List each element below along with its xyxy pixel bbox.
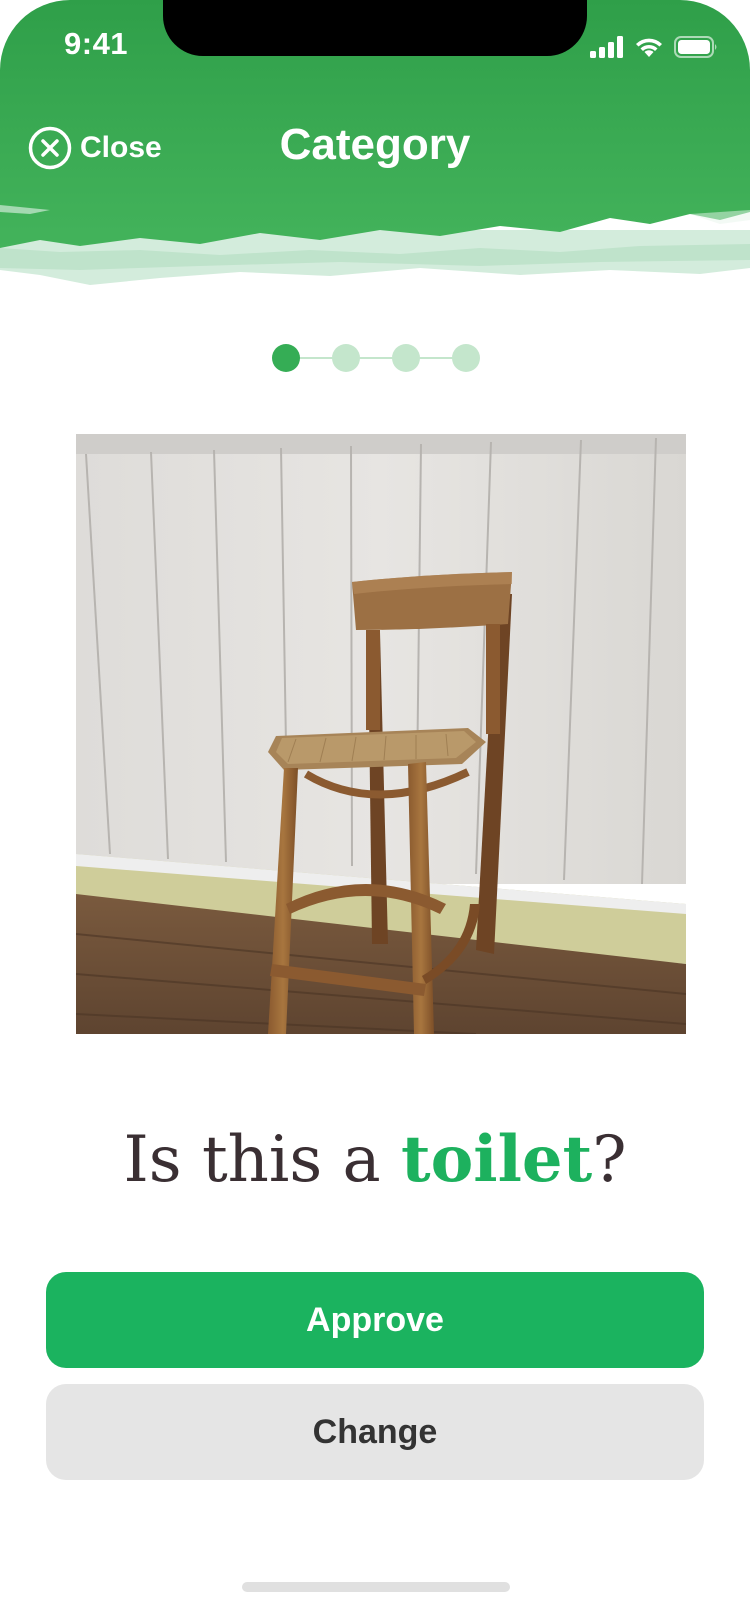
battery-icon xyxy=(674,36,717,58)
step-dot-3 xyxy=(392,344,420,372)
step-dot-4 xyxy=(452,344,480,372)
device-notch xyxy=(163,0,587,56)
navigation-bar: Close Category xyxy=(0,110,750,190)
screen: 9:41 Close Category Is this a toilet? Ap… xyxy=(0,0,750,1624)
status-bar: 9:41 xyxy=(0,0,750,92)
chair-photo-illustration xyxy=(76,434,686,1034)
cellular-signal-icon xyxy=(590,36,623,58)
step-dot-1 xyxy=(272,344,300,372)
question-suffix: ? xyxy=(592,1123,627,1197)
status-time: 9:41 xyxy=(64,26,129,61)
question-prefix: Is this a xyxy=(123,1123,402,1197)
home-indicator[interactable] xyxy=(242,1582,510,1592)
change-button[interactable]: Change xyxy=(46,1384,704,1480)
wifi-icon xyxy=(636,38,662,57)
category-name: toilet xyxy=(401,1122,593,1197)
category-question: Is this a toilet? xyxy=(0,1122,750,1197)
header: 9:41 Close Category xyxy=(0,0,750,300)
item-photo xyxy=(76,434,686,1034)
approve-button[interactable]: Approve xyxy=(46,1272,704,1368)
change-label: Change xyxy=(312,1412,438,1451)
step-dot-2 xyxy=(332,344,360,372)
page-title: Category xyxy=(279,120,471,169)
progress-stepper xyxy=(272,343,490,373)
approve-label: Approve xyxy=(306,1300,444,1339)
status-icons xyxy=(590,34,718,60)
stepper-track xyxy=(286,357,476,359)
